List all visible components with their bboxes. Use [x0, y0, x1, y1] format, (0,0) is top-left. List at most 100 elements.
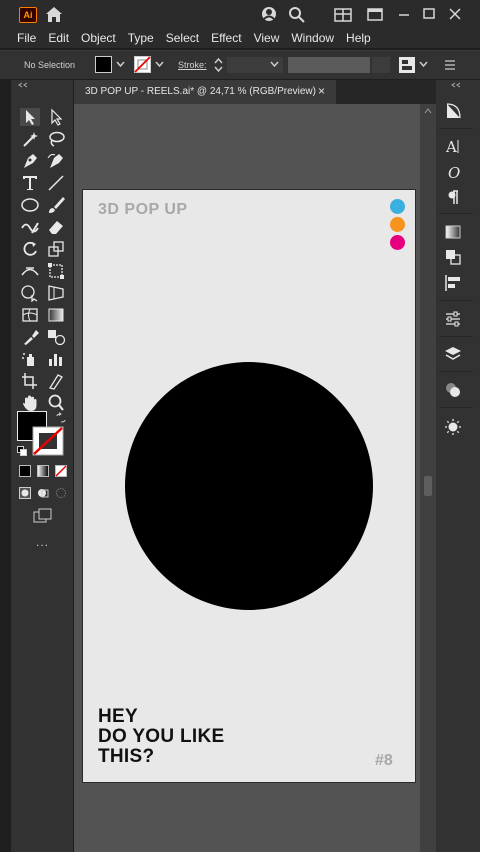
arrange-documents-icon[interactable] [334, 6, 352, 23]
color-mode-icon[interactable] [19, 465, 31, 477]
none-mode-icon[interactable] [55, 465, 67, 477]
close-icon[interactable] [446, 6, 464, 23]
artboard[interactable]: 3D POP UP HEY DO YOU LIKE THIS? #8 [82, 189, 416, 783]
default-colors-icon[interactable] [17, 446, 27, 456]
gradient-tool-icon[interactable] [46, 306, 66, 324]
separator [439, 371, 473, 372]
mesh-tool-icon[interactable] [20, 306, 40, 324]
scrollbar-thumb[interactable] [424, 476, 432, 496]
collapse-icon[interactable] [450, 82, 462, 88]
paintbrush-tool-icon[interactable] [46, 196, 66, 214]
pen-tool-icon[interactable] [20, 152, 40, 170]
menu-view[interactable]: View [254, 31, 280, 45]
appearance-icon[interactable] [444, 381, 462, 399]
chevron-down-icon[interactable] [155, 61, 164, 68]
menu-window[interactable]: Window [291, 31, 334, 45]
black-circle[interactable] [125, 362, 373, 610]
selection-status: No Selection [24, 60, 76, 70]
free-transform-tool-icon[interactable] [46, 262, 66, 280]
blend-tool-icon[interactable] [46, 328, 66, 346]
type-tool-icon[interactable] [20, 174, 40, 192]
minimize-icon[interactable] [395, 6, 413, 23]
shape-builder-tool-icon[interactable] [20, 284, 40, 303]
search-icon[interactable] [288, 6, 306, 23]
ellipse-tool-icon[interactable] [20, 196, 40, 214]
menu-edit[interactable]: Edit [48, 31, 69, 45]
menu-bar: File Edit Object Type Select Effect View… [0, 28, 480, 48]
draw-inside-icon[interactable] [55, 487, 67, 499]
layers-icon[interactable] [444, 345, 462, 363]
properties-icon[interactable] [444, 310, 462, 328]
menu-effect[interactable]: Effect [211, 31, 241, 45]
scale-tool-icon[interactable] [46, 240, 66, 258]
fill-swatch[interactable] [95, 56, 112, 73]
rotate-tool-icon[interactable] [20, 240, 40, 258]
selection-tool-icon[interactable] [20, 108, 40, 126]
line-tool-icon[interactable] [46, 174, 66, 192]
magic-wand-tool-icon[interactable] [20, 130, 40, 148]
chevron-down-icon[interactable] [116, 61, 125, 68]
chevron-down-icon[interactable] [419, 61, 428, 68]
edit-toolbar-button[interactable]: ... [36, 535, 49, 549]
menu-object[interactable]: Object [81, 31, 116, 45]
separator [439, 213, 473, 214]
stroke-color-swatch[interactable] [32, 426, 64, 456]
width-tool-icon[interactable] [20, 262, 40, 280]
stroke-swatch[interactable] [134, 56, 151, 73]
slice-tool-icon[interactable] [46, 372, 66, 390]
shaper-tool-icon[interactable] [20, 218, 40, 236]
symbol-sprayer-tool-icon[interactable] [20, 350, 40, 368]
screen-mode-icon[interactable] [33, 508, 53, 524]
separator [439, 336, 473, 337]
brush-field[interactable] [372, 57, 390, 73]
collapse-icon[interactable] [17, 82, 29, 88]
curvature-tool-icon[interactable] [46, 152, 66, 170]
paragraph-icon[interactable] [444, 188, 462, 206]
home-icon[interactable] [45, 6, 63, 23]
eraser-tool-icon[interactable] [46, 218, 66, 236]
eyedropper-tool-icon[interactable] [20, 328, 40, 346]
account-icon[interactable] [260, 6, 278, 23]
window-icon[interactable] [366, 6, 384, 23]
panel-menu-icon[interactable] [444, 59, 456, 71]
hand-tool-icon[interactable] [20, 394, 40, 412]
draw-normal-icon[interactable] [19, 487, 31, 499]
document-tab[interactable]: 3D POP UP - REELS.ai* @ 24,71 % (RGB/Pre… [74, 80, 336, 104]
swap-colors-icon[interactable] [55, 412, 67, 424]
direct-selection-tool-icon[interactable] [46, 108, 66, 126]
align-panel-icon[interactable] [444, 274, 462, 292]
chevron-down-icon[interactable] [270, 61, 279, 68]
perspective-grid-tool-icon[interactable] [46, 284, 66, 302]
menu-select[interactable]: Select [166, 31, 199, 45]
stepper-icon[interactable] [214, 57, 223, 73]
opentype-icon[interactable]: O [444, 163, 462, 181]
dot-blue [390, 199, 405, 214]
headline-line-1: HEY [98, 706, 138, 727]
menu-type[interactable]: Type [128, 31, 154, 45]
gradient-mode-icon[interactable] [37, 465, 49, 477]
maximize-icon[interactable] [420, 6, 438, 23]
app-logo: Ai [19, 7, 37, 23]
svg-text:A: A [445, 138, 457, 155]
pathfinder-icon[interactable] [444, 248, 462, 266]
column-graph-tool-icon[interactable] [46, 350, 66, 368]
color-guide-icon[interactable] [444, 102, 462, 120]
zoom-tool-icon[interactable] [46, 394, 66, 412]
artboard-tool-icon[interactable] [20, 372, 40, 390]
variable-width-field[interactable] [288, 57, 370, 73]
align-icon[interactable] [399, 57, 415, 73]
draw-behind-icon[interactable] [37, 487, 49, 499]
close-tab-button[interactable]: × [318, 84, 325, 98]
gradient-panel-icon[interactable] [444, 223, 462, 241]
menu-help[interactable]: Help [346, 31, 371, 45]
character-icon[interactable]: A [444, 137, 462, 155]
brightness-icon[interactable] [444, 418, 462, 436]
lasso-tool-icon[interactable] [46, 130, 66, 148]
document-tab-strip: 3D POP UP - REELS.ai* @ 24,71 % (RGB/Pre… [74, 80, 436, 104]
scroll-up-icon[interactable] [424, 108, 432, 114]
stroke-label[interactable]: Stroke: [178, 60, 207, 70]
menu-file[interactable]: File [17, 31, 36, 45]
vertical-scrollbar[interactable] [420, 104, 436, 852]
right-panel-dock: A O [436, 80, 480, 852]
episode-number: #8 [375, 752, 393, 769]
